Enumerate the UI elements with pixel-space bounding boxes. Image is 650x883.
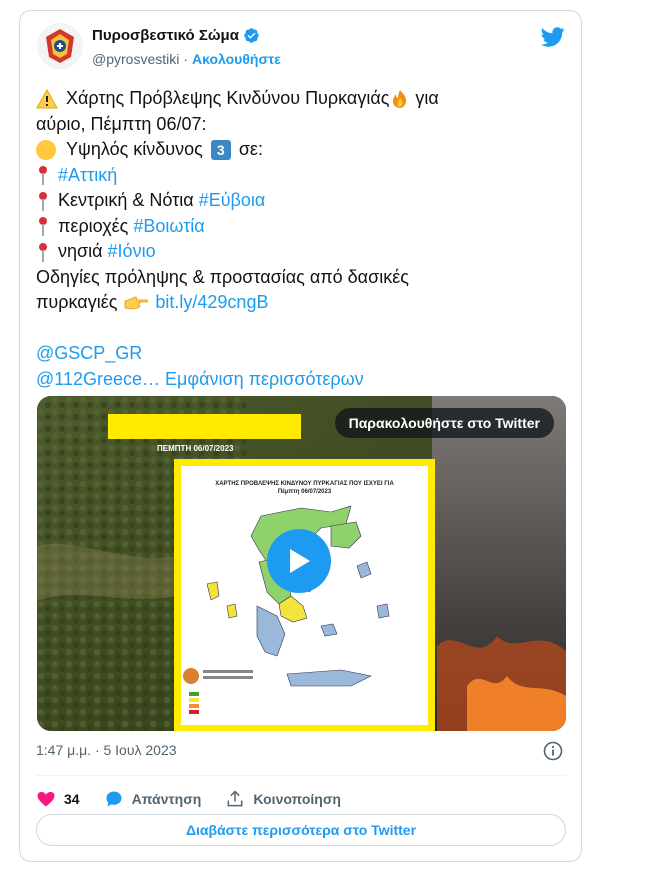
verified-badge-icon — [244, 28, 259, 43]
like-button[interactable]: 34 — [36, 789, 80, 809]
text-line-mention-1: @GSCP_GR — [36, 341, 566, 367]
mention-link[interactable]: @112Greece… — [36, 367, 160, 393]
hashtag-link[interactable]: #Βοιωτία — [133, 214, 204, 240]
author-name-row[interactable]: Πυροσβεστικό Σώμα — [92, 27, 260, 44]
reply-bubble-icon — [106, 791, 122, 807]
twitter-bird-icon[interactable] — [541, 25, 565, 49]
warning-icon — [36, 88, 58, 109]
text-segment: Χάρτης Πρόβλεψης Κινδύνου Πυρκαγιάς — [66, 88, 390, 108]
action-bar: 34 Απάντηση Κοινοποίηση — [36, 785, 365, 813]
divider — [36, 775, 566, 776]
text-line-blank — [36, 316, 566, 342]
show-more-link[interactable]: Εμφάνιση περισσότερων — [165, 367, 364, 393]
hashtag-link[interactable]: #Εύβοια — [199, 188, 266, 214]
separator-dot: · — [183, 51, 189, 67]
follow-button[interactable]: Ακολουθήστε — [192, 51, 281, 67]
tweet-card: Πυροσβεστικό Σώμα @pyrosvestiki · Ακολου… — [19, 10, 582, 862]
video-thumbnail[interactable]: ΠΕΜΠΤΗ 06/07/2023 ΧΑΡΤΗΣ ΠΡΟΒΛΕΨΗΣ ΚΙΝΔΥ… — [37, 396, 566, 731]
mention-link[interactable]: @GSCP_GR — [36, 341, 142, 367]
share-label: Κοινοποίηση — [253, 791, 341, 807]
pin-icon — [36, 241, 50, 263]
fire-icon — [393, 89, 407, 108]
yellow-title-bar — [108, 414, 301, 439]
heart-icon — [37, 791, 55, 807]
fire-risk-map: ΧΑΡΤΗΣ ΠΡΟΒΛΕΨΗΣ ΚΙΝΔΥΝΟΥ ΠΥΡΚΑΓΙΑΣ ΠΟΥ … — [181, 466, 428, 725]
text-line-3: Υψηλός κίνδυνος 3 σε: — [36, 137, 566, 163]
text-line-mention-2: @112Greece… Εμφάνιση περισσότερων — [36, 367, 566, 393]
text-line-1: Χάρτης Πρόβλεψης Κινδύνου Πυρκαγιάς για — [36, 86, 566, 112]
hashtag-link[interactable]: #Αττική — [58, 163, 117, 189]
text-segment: Υψηλός κίνδυνος — [66, 139, 203, 159]
pin-icon — [36, 215, 50, 237]
text-segment: για — [415, 88, 439, 108]
pointing-hand-icon — [124, 296, 149, 310]
text-segment: πυρκαγιές — [36, 292, 118, 312]
read-more-on-twitter-button[interactable]: Διαβάστε περισσότερα στο Twitter — [36, 814, 566, 846]
text-line-6: περιοχές #Βοιωτία — [36, 214, 566, 240]
share-icon — [227, 790, 243, 807]
pin-icon — [36, 190, 50, 212]
handle-row: @pyrosvestiki · Ακολουθήστε — [92, 51, 281, 67]
pin-icon — [36, 164, 50, 186]
text-line-4: #Αττική — [36, 163, 566, 189]
share-button[interactable]: Κοινοποίηση — [225, 789, 341, 809]
text-segment: Κεντρική & Νότια — [58, 190, 194, 210]
keycap-3-icon: 3 — [210, 139, 231, 160]
like-count: 34 — [64, 791, 80, 807]
text-segment: σε: — [238, 139, 263, 159]
text-line-2: αύριο, Πέμπτη 06/07: — [36, 113, 207, 134]
author-name[interactable]: Πυροσβεστικό Σώμα — [92, 27, 239, 44]
info-icon[interactable] — [543, 741, 563, 761]
hashtag-link[interactable]: #Ιόνιο — [108, 239, 156, 265]
text-line-8: Οδηγίες πρόληψης & προστασίας από δασικέ… — [36, 266, 409, 287]
watch-on-twitter-button[interactable]: Παρακολουθήστε στο Twitter — [334, 408, 554, 438]
yellow-circle-icon — [36, 139, 56, 160]
text-segment: περιοχές — [58, 215, 129, 236]
text-line-5: Κεντρική & Νότια #Εύβοια — [36, 188, 566, 214]
tweet-text: Χάρτης Πρόβλεψης Κινδύνου Πυρκαγιάς για … — [36, 86, 566, 392]
author-handle[interactable]: @pyrosvestiki — [92, 51, 179, 67]
text-line-9: πυρκαγιές bit.ly/429cngB — [36, 290, 566, 316]
play-button[interactable] — [267, 529, 331, 593]
fire-service-logo-icon — [38, 24, 82, 68]
reply-button[interactable]: Απάντηση — [104, 789, 202, 809]
greece-map-graphic — [183, 505, 390, 714]
avatar[interactable] — [37, 23, 83, 69]
text-line-7: νησιά #Ιόνιο — [36, 239, 566, 265]
text-segment: νησιά — [58, 241, 103, 261]
map-date-label: ΠΕΜΠΤΗ 06/07/2023 — [157, 444, 234, 453]
tweet-timestamp[interactable]: 1:47 μ.μ. · 5 Ιουλ 2023 — [36, 742, 177, 758]
fire-risk-map-frame: ΧΑΡΤΗΣ ΠΡΟΒΛΕΨΗΣ ΚΙΝΔΥΝΟΥ ΠΥΡΚΑΓΙΑΣ ΠΟΥ … — [174, 459, 435, 731]
short-url-link[interactable]: bit.ly/429cngB — [155, 290, 268, 316]
reply-label: Απάντηση — [131, 791, 202, 807]
play-icon — [290, 549, 310, 573]
